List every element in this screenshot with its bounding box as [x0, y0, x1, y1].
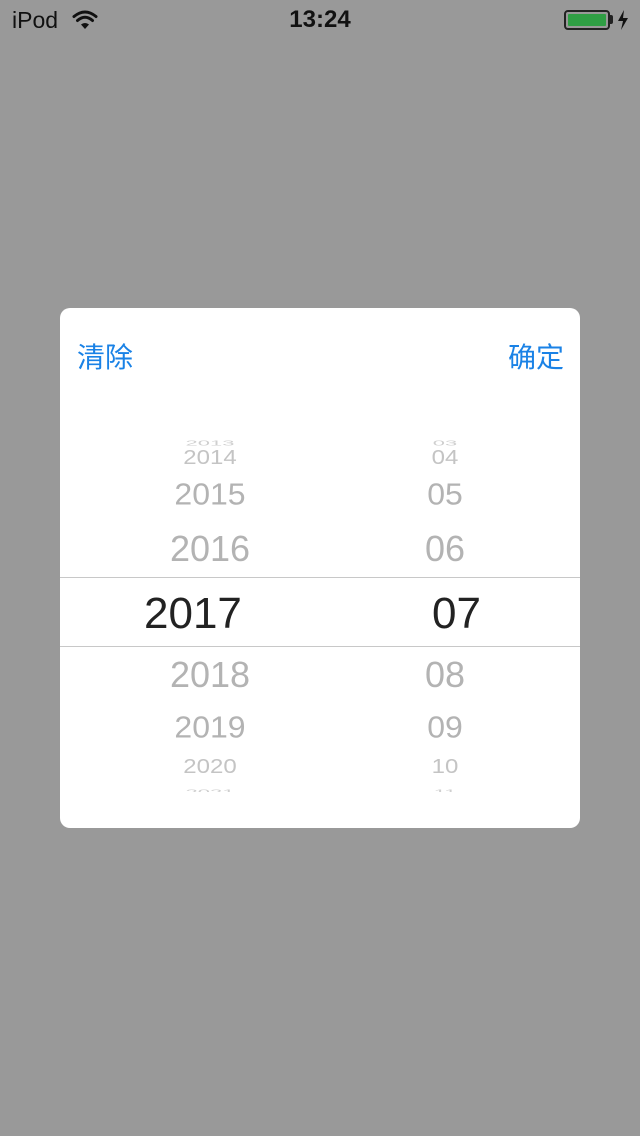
year-option[interactable]: 2016 [120, 531, 300, 567]
selected-year[interactable]: 2017 [144, 592, 324, 636]
clear-button[interactable]: 清除 [77, 336, 133, 376]
year-option[interactable]: 2015 [120, 479, 300, 509]
year-option[interactable]: 2020 [120, 756, 300, 777]
battery-level [568, 14, 606, 26]
confirm-button[interactable]: 确定 [508, 336, 564, 376]
battery-tip [610, 15, 613, 24]
month-option[interactable]: 11 [390, 788, 500, 792]
charging-bolt-icon [618, 10, 628, 30]
screen: iPod 13:24 清除 确定 2013 2014 2015 2016 201… [0, 0, 640, 1136]
year-wheel[interactable]: 2013 2014 2015 2016 2017 2018 2019 2020 … [120, 432, 300, 792]
date-picker-dialog: 清除 确定 2013 2014 2015 2016 2017 2018 2019… [60, 308, 580, 828]
month-option[interactable]: 04 [390, 447, 500, 468]
month-option[interactable]: 10 [390, 756, 500, 777]
year-option[interactable]: 2019 [120, 712, 300, 742]
month-wheel[interactable]: 03 04 05 06 07 08 09 10 11 [390, 432, 500, 792]
clock: 13:24 [289, 6, 351, 33]
month-option[interactable]: 05 [390, 479, 500, 509]
month-option[interactable]: 09 [390, 712, 500, 742]
year-option[interactable]: 2014 [120, 447, 300, 468]
month-option[interactable]: 08 [390, 657, 500, 693]
year-option[interactable]: 2018 [120, 657, 300, 693]
selected-month[interactable]: 07 [432, 592, 542, 636]
battery-icon [564, 10, 610, 30]
month-option[interactable]: 06 [390, 531, 500, 567]
year-month-picker[interactable]: 2013 2014 2015 2016 2017 2018 2019 2020 … [60, 432, 580, 792]
status-bar: iPod 13:24 [0, 0, 640, 40]
year-option[interactable]: 2021 [120, 788, 300, 792]
